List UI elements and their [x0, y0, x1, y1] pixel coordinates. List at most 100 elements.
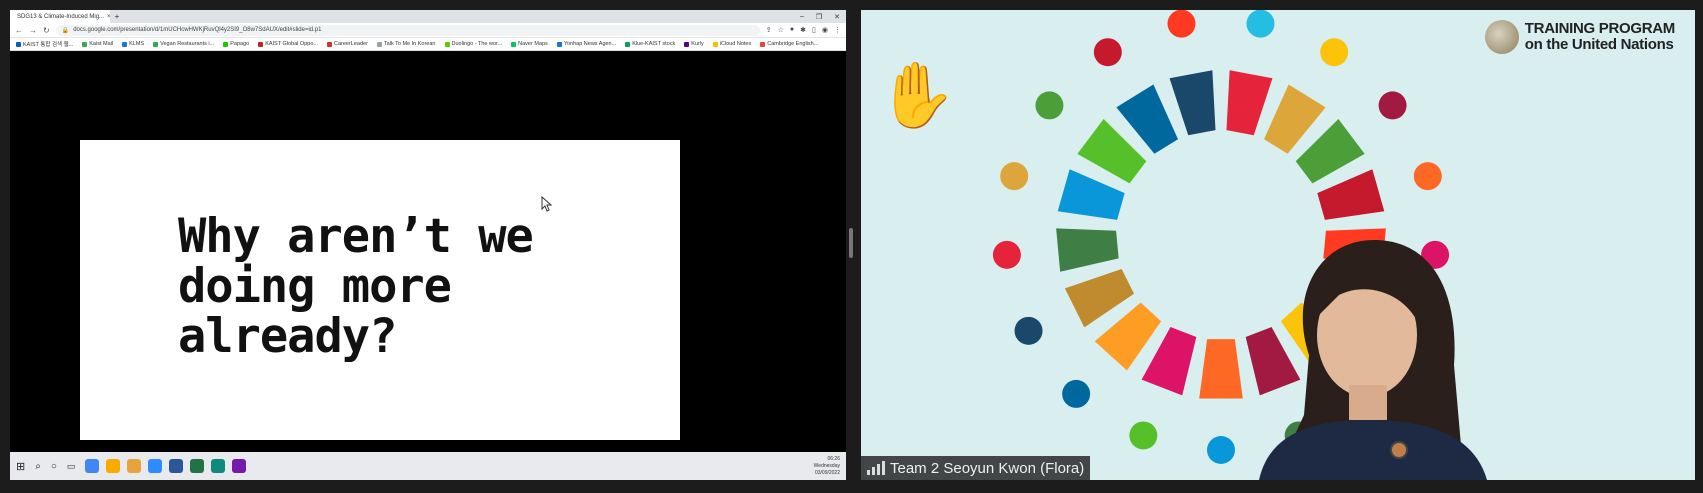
bookmark-label: Cambridge English...	[767, 41, 819, 47]
windows-start-icon[interactable]: ⊞	[16, 460, 25, 473]
bookmark-item[interactable]: Yonhap News Agen...	[556, 41, 617, 47]
slide-line: doing more	[178, 259, 452, 314]
sdg-segment	[1057, 169, 1125, 220]
bookmark-favicon-icon	[760, 41, 766, 47]
bookmark-label: Yonhap News Agen...	[563, 41, 617, 47]
bookmark-item[interactable]: Cambridge English...	[760, 41, 818, 47]
bookmark-favicon-icon	[153, 41, 159, 47]
taskbar-app-icon[interactable]	[127, 459, 142, 473]
forward-icon[interactable]: →	[29, 26, 37, 35]
taskbar-app-icon[interactable]	[169, 459, 184, 473]
share-icon[interactable]: ⇪	[766, 26, 772, 34]
bookmark-item[interactable]: Kaist Mail	[82, 41, 113, 47]
bookmarks-bar: KAIST 통합 검색 웹... Kaist Mail KLMS Vegan Rest…	[10, 38, 846, 51]
windows-taskbar: ⊞ ⌕ ○ ▭ 06:26 Wednesday 03/09/2022	[10, 452, 846, 480]
slide-title: Why aren’t we doing more already?	[178, 212, 534, 364]
sdg-dot	[1035, 91, 1064, 120]
bookmark-item[interactable]: KAIST Global Oppo...	[258, 41, 318, 47]
bookmark-item[interactable]: Duolingo - The wor...	[444, 41, 502, 47]
star-icon[interactable]: ☆	[778, 26, 784, 34]
bookmark-favicon-icon	[258, 41, 264, 47]
meeting-stage: SDG13 & Climate-Induced Mig... × + – ❐ ✕…	[0, 0, 1703, 493]
bookmark-label: KLMS	[129, 41, 145, 47]
participant-name-tag: Team 2 Seoyun Kwon (Flora)	[861, 456, 1091, 480]
bookmark-item[interactable]: iCloud Notes	[712, 41, 751, 47]
sdg-segment	[1317, 169, 1385, 220]
bookmark-favicon-icon	[712, 41, 718, 47]
bookmark-label: KAIST 통합 검색 웹...	[23, 42, 74, 48]
taskbar-app-icon[interactable]	[85, 459, 100, 473]
bookmark-item[interactable]: Vegan Restaurants i...	[153, 41, 214, 47]
tab-title: SDG13 & Climate-Induced Mig...	[17, 13, 105, 20]
sdg-dot	[1207, 436, 1235, 464]
bookmark-favicon-icon	[223, 41, 229, 47]
participant-silhouette	[1259, 240, 1487, 480]
sidepanel-icon[interactable]: ▯	[812, 26, 816, 34]
bookmark-label: Papago	[230, 41, 250, 47]
taskbar-app-icon[interactable]	[106, 459, 121, 473]
browser-tab-bar: SDG13 & Climate-Induced Mig... × + – ❐ ✕	[10, 10, 846, 23]
sdg-segment	[1199, 339, 1243, 399]
sdg-dot	[1129, 421, 1158, 450]
system-clock[interactable]: 06:26 Wednesday 03/09/2022	[814, 456, 840, 477]
task-view-icon[interactable]: ▭	[67, 461, 76, 472]
pane-resize-handle[interactable]	[849, 228, 853, 258]
participant-video[interactable]: ✋ TRAINING PROGRAM on the United Nations…	[861, 10, 1695, 480]
logo-line-2: on the United Nations	[1524, 36, 1674, 53]
close-window-button[interactable]: ✕	[834, 13, 840, 21]
presentation-area: Why aren’t we doing more already?	[10, 51, 846, 451]
bookmark-label: CareerLeader	[333, 41, 368, 47]
shared-screen[interactable]: SDG13 & Climate-Induced Mig... × + – ❐ ✕…	[10, 10, 846, 480]
cortana-icon[interactable]: ○	[51, 461, 57, 472]
clock-day: Wednesday	[813, 462, 840, 469]
taskbar-apps	[85, 459, 247, 473]
bookmark-item[interactable]: Klue-KAIST stock	[625, 41, 675, 47]
bookmark-favicon-icon	[511, 41, 517, 47]
sdg-segment	[1226, 70, 1273, 136]
taskbar-app-icon[interactable]	[232, 459, 247, 473]
back-icon[interactable]: ←	[15, 26, 23, 35]
bookmark-favicon-icon	[376, 41, 382, 47]
lock-icon: 🔒	[61, 27, 70, 34]
reload-icon[interactable]: ↻	[43, 26, 50, 35]
profile-icon[interactable]: ◉	[822, 26, 828, 34]
slide: Why aren’t we doing more already?	[80, 140, 680, 440]
bookmark-item[interactable]: Naver Maps	[511, 41, 548, 47]
bookmark-item[interactable]: CareerLeader	[326, 41, 368, 47]
sdg-segment	[1169, 70, 1216, 136]
window-controls: – ❐ ✕	[800, 13, 846, 21]
taskbar-app-icon[interactable]	[190, 459, 205, 473]
bookmark-item[interactable]: KAIST 통합 검색 웹...	[16, 40, 73, 48]
sdg-dot	[992, 240, 1021, 269]
minimize-button[interactable]: –	[800, 13, 804, 21]
sdg-dot	[1413, 162, 1442, 191]
search-icon[interactable]: ⌕	[35, 461, 41, 472]
bookmark-favicon-icon	[625, 41, 631, 47]
extension-icon[interactable]: ●	[790, 26, 794, 34]
url-field[interactable]: 🔒 docs.google.com/presentation/d/1mUCHcw…	[55, 24, 760, 36]
bookmark-item[interactable]: KLMS	[122, 41, 144, 47]
sdg-dot	[1167, 10, 1196, 38]
slide-line: already?	[178, 309, 397, 364]
connection-signal-icon	[867, 461, 885, 475]
new-tab-button[interactable]: +	[110, 12, 124, 21]
bookmark-item[interactable]: Papago	[223, 41, 249, 47]
address-bar-row: ← → ↻ 🔒 docs.google.com/presentation/d/1…	[10, 23, 846, 38]
url-text: docs.google.com/presentation/d/1mUCHcwHW…	[73, 27, 322, 33]
menu-icon[interactable]: ⋮	[834, 26, 841, 34]
bookmark-favicon-icon	[556, 41, 562, 47]
restore-button[interactable]: ❐	[816, 13, 822, 21]
browser-tab[interactable]: SDG13 & Climate-Induced Mig... ×	[10, 10, 110, 23]
bookmark-item[interactable]: Talk To Me In Korean	[376, 41, 436, 47]
sdg-dot	[1014, 316, 1043, 345]
bookmark-favicon-icon	[122, 41, 128, 47]
sdg-dot	[1378, 91, 1407, 120]
participant-name: Team 2 Seoyun Kwon (Flora)	[890, 459, 1085, 477]
sdg-dot	[1000, 162, 1029, 191]
bookmark-favicon-icon	[444, 41, 450, 47]
taskbar-app-icon[interactable]	[211, 459, 226, 473]
bookmark-item[interactable]: Kurly	[684, 41, 704, 47]
puzzle-icon[interactable]: ✱	[800, 26, 806, 34]
extension-icons: ⇪ ☆ ● ✱ ▯ ◉ ⋮	[766, 26, 841, 34]
taskbar-app-icon[interactable]	[148, 459, 163, 473]
